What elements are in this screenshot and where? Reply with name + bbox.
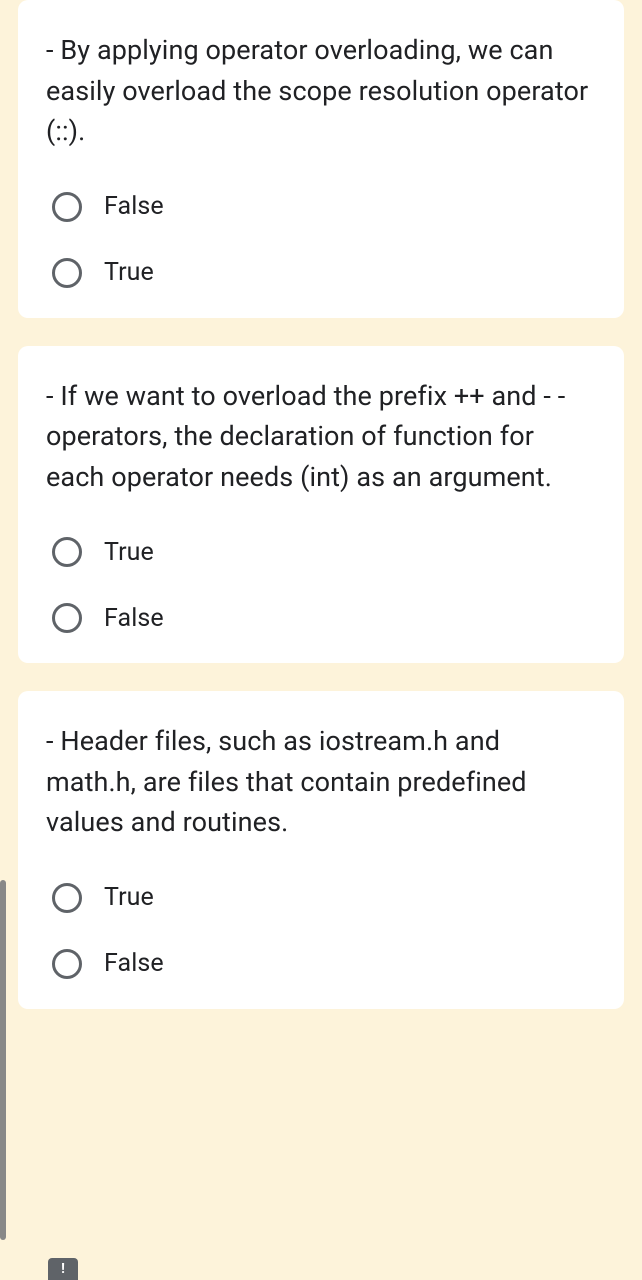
- radio-icon: [52, 537, 82, 567]
- options-group: False True: [46, 192, 596, 288]
- option-label: True: [104, 883, 154, 912]
- scroll-indicator[interactable]: [0, 880, 6, 1240]
- question-text: - If we want to overload the prefix ++ a…: [46, 376, 596, 498]
- radio-icon: [52, 258, 82, 288]
- option-label: False: [104, 604, 164, 633]
- radio-option[interactable]: False: [52, 949, 596, 979]
- option-label: True: [104, 538, 154, 567]
- radio-option[interactable]: True: [52, 883, 596, 913]
- question-card: - If we want to overload the prefix ++ a…: [18, 346, 624, 664]
- question-text: - Header files, such as iostream.h and m…: [46, 721, 596, 843]
- options-group: True False: [46, 883, 596, 979]
- option-label: True: [104, 258, 154, 287]
- option-label: False: [104, 192, 164, 221]
- question-text: - By applying operator overloading, we c…: [46, 30, 596, 152]
- radio-icon: [52, 949, 82, 979]
- option-label: False: [104, 949, 164, 978]
- radio-option[interactable]: False: [52, 192, 596, 222]
- radio-icon: [52, 883, 82, 913]
- question-card: - By applying operator overloading, we c…: [18, 0, 624, 318]
- alert-icon: !: [61, 1261, 65, 1277]
- question-card: - Header files, such as iostream.h and m…: [18, 691, 624, 1009]
- alert-badge[interactable]: !: [48, 1258, 78, 1280]
- radio-option[interactable]: True: [52, 537, 596, 567]
- radio-icon: [52, 192, 82, 222]
- radio-option[interactable]: False: [52, 603, 596, 633]
- radio-option[interactable]: True: [52, 258, 596, 288]
- options-group: True False: [46, 537, 596, 633]
- radio-icon: [52, 603, 82, 633]
